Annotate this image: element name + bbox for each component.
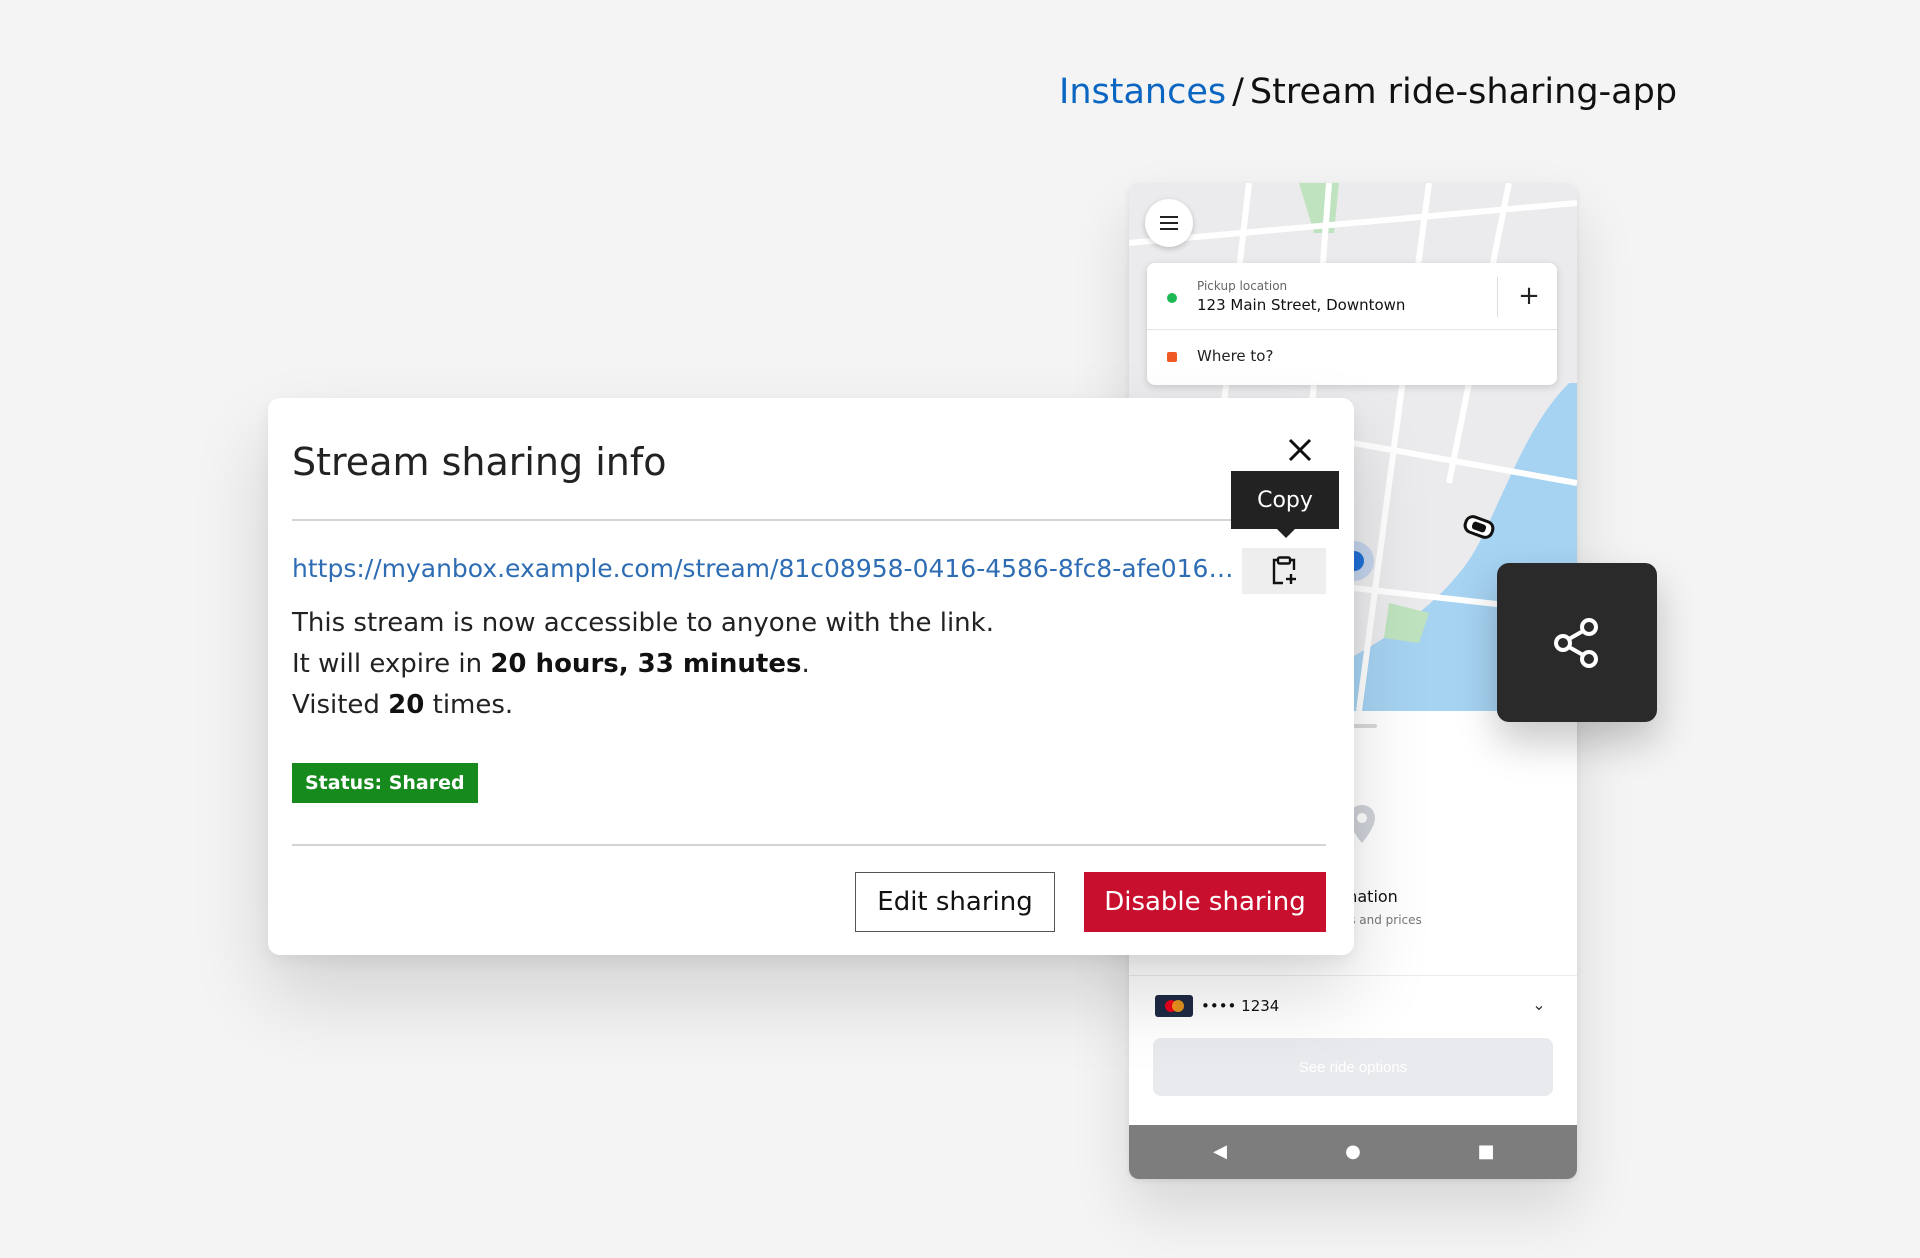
breadcrumb-current: Stream ride-sharing-app bbox=[1249, 72, 1678, 112]
add-stop-button[interactable]: + bbox=[1512, 279, 1546, 313]
payment-card-number[interactable]: •••• 1234 bbox=[1201, 997, 1279, 1015]
breadcrumb-instances-link[interactable]: Instances bbox=[1059, 72, 1226, 112]
share-icon bbox=[1554, 617, 1598, 668]
visit-suffix: times. bbox=[424, 690, 514, 720]
pickup-row[interactable]: Pickup location 123 Main Street, Downtow… bbox=[1147, 263, 1557, 330]
stream-sharing-dialog: Stream sharing info Copy https://myanbox… bbox=[268, 398, 1354, 955]
share-button[interactable] bbox=[1497, 563, 1657, 722]
mastercard-icon bbox=[1155, 995, 1193, 1017]
divider bbox=[1497, 277, 1498, 317]
divider bbox=[292, 844, 1326, 846]
divider bbox=[292, 519, 1326, 521]
pickup-value: 123 Main Street, Downtown bbox=[1197, 296, 1406, 314]
menu-button[interactable] bbox=[1145, 199, 1193, 247]
clipboard-add-icon bbox=[1272, 556, 1296, 585]
menu-icon bbox=[1160, 216, 1178, 230]
close-icon bbox=[1288, 438, 1312, 462]
android-nav-bar: ◀ ● ■ bbox=[1129, 1125, 1577, 1179]
pickup-dot-icon bbox=[1167, 293, 1177, 303]
edit-sharing-button[interactable]: Edit sharing bbox=[855, 872, 1055, 932]
stream-url-link[interactable]: https://myanbox.example.com/stream/81c08… bbox=[292, 554, 1247, 583]
disable-sharing-button[interactable]: Disable sharing bbox=[1084, 872, 1326, 932]
breadcrumb: Instances / Stream ride-sharing-app bbox=[1059, 72, 1677, 112]
back-icon[interactable]: ◀ bbox=[1207, 1139, 1233, 1165]
plus-icon: + bbox=[1518, 281, 1540, 311]
home-icon[interactable]: ● bbox=[1340, 1139, 1366, 1165]
access-info-text: This stream is now accessible to anyone … bbox=[292, 608, 994, 638]
copy-tooltip: Copy bbox=[1231, 471, 1339, 538]
status-badge: Status: Shared bbox=[292, 763, 478, 803]
location-card: Pickup location 123 Main Street, Downtow… bbox=[1147, 263, 1557, 385]
dialog-title: Stream sharing info bbox=[292, 440, 667, 484]
expiry-prefix: It will expire in bbox=[292, 649, 491, 679]
pickup-label: Pickup location bbox=[1197, 279, 1288, 293]
divider bbox=[1129, 975, 1577, 976]
where-to-input[interactable]: Where to? bbox=[1197, 347, 1273, 365]
destination-square-icon bbox=[1167, 352, 1177, 362]
expiry-suffix: . bbox=[801, 649, 810, 679]
expiry-value: 20 hours, 33 minutes bbox=[490, 649, 802, 679]
visit-prefix: Visited bbox=[292, 690, 389, 720]
visit-count-value: 20 bbox=[388, 690, 425, 720]
recents-icon[interactable]: ■ bbox=[1473, 1139, 1499, 1165]
chevron-down-icon[interactable]: ⌄ bbox=[1529, 995, 1549, 1015]
see-ride-options-button[interactable]: See ride options bbox=[1153, 1038, 1553, 1096]
copy-url-button[interactable] bbox=[1242, 548, 1326, 594]
expiry-info-text: It will expire in 20 hours, 33 minutes. bbox=[292, 649, 810, 679]
close-button[interactable] bbox=[1284, 434, 1316, 466]
breadcrumb-separator: / bbox=[1232, 72, 1244, 112]
visit-count-text: Visited 20 times. bbox=[292, 690, 513, 720]
